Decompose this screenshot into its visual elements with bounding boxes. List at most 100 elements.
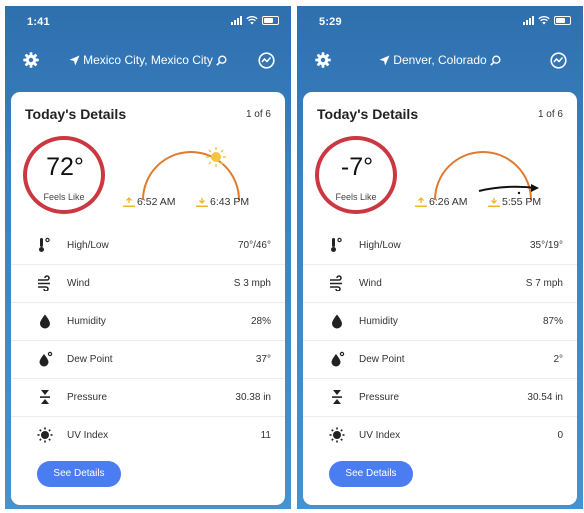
detail-row-dew-point: Dew Point 37° <box>11 340 285 378</box>
detail-value: 30.54 in <box>527 392 563 403</box>
detail-value: 70°/46° <box>237 240 271 251</box>
detail-label: Dew Point <box>359 354 405 365</box>
detail-value: 30.38 in <box>235 392 271 403</box>
detail-value: 37° <box>255 354 271 365</box>
search-icon <box>216 55 227 67</box>
wind-icon <box>38 275 50 291</box>
sunrise-icon <box>415 196 427 207</box>
search-icon <box>490 55 501 67</box>
detail-label: Humidity <box>359 316 398 327</box>
location-name: Mexico City, Mexico City <box>83 53 213 67</box>
detail-label: Pressure <box>359 392 400 403</box>
page-indicator: 1 of 6 <box>537 109 563 120</box>
dew-point-icon <box>39 351 53 367</box>
details-list: High/Low 70°/46° Wind S 3 mph Humidity 2… <box>11 227 285 454</box>
detail-value: 0 <box>557 430 563 441</box>
detail-row-high-low: High/Low 35°/19° <box>303 227 577 264</box>
detail-row-pressure: Pressure 30.54 in <box>303 378 577 416</box>
comparison-stage: 1:41 Mexico City, Mexico City Today's De… <box>0 0 584 513</box>
todays-details-card: Today's Details 1 of 6 72° Feels Like 6:… <box>11 92 285 505</box>
detail-value: S 3 mph <box>233 278 271 289</box>
sunset-icon <box>196 197 208 207</box>
detail-value: 2° <box>553 354 563 365</box>
feels-like-label: Feels Like <box>43 192 85 202</box>
detail-label: High/Low <box>359 240 401 251</box>
dew-point-icon <box>331 351 345 367</box>
card-title: Today's Details <box>317 106 419 122</box>
detail-value: 87% <box>542 316 563 327</box>
detail-value: S 7 mph <box>525 278 563 289</box>
cellular-signal-icon <box>231 15 242 25</box>
status-time: 5:29 <box>319 16 342 28</box>
feels-like-label: Feels Like <box>335 192 377 202</box>
battery-icon <box>262 15 279 25</box>
cellular-signal-icon <box>523 15 534 25</box>
nav-bar: Denver, Colorado <box>297 46 583 76</box>
location-name: Denver, Colorado <box>393 53 487 67</box>
see-details-button[interactable]: See Details <box>37 461 121 487</box>
location-selector[interactable]: Denver, Colorado <box>337 53 543 67</box>
detail-value: 11 <box>260 430 271 441</box>
sunrise-label: 6:52 AM <box>137 196 176 208</box>
gear-icon[interactable] <box>23 52 39 68</box>
sunset-label: 5:55 PM <box>502 196 542 208</box>
detail-row-pressure: Pressure 30.38 in <box>11 378 285 416</box>
location-arrow-icon <box>69 55 80 66</box>
detail-row-uv-index: UV Index 11 <box>11 416 285 454</box>
sunrise-time: 6:52 AM <box>123 196 176 208</box>
todays-details-card: Today's Details 1 of 6 -7° Feels Like 6:… <box>303 92 577 505</box>
status-icons <box>231 15 279 25</box>
radar-icon[interactable] <box>550 52 567 69</box>
detail-label: UV Index <box>359 430 401 441</box>
humidity-drop-icon <box>332 314 342 329</box>
phone-screen-left: 1:41 Mexico City, Mexico City Today's De… <box>5 6 291 509</box>
detail-value: 35°/19° <box>529 240 563 251</box>
status-icons <box>523 15 571 25</box>
page-indicator: 1 of 6 <box>245 109 271 120</box>
sunset-label: 6:43 PM <box>210 196 250 208</box>
detail-label: Dew Point <box>67 354 113 365</box>
pressure-icon <box>40 390 50 404</box>
feels-like-temperature: 72° <box>46 153 84 181</box>
detail-value: 28% <box>250 316 271 327</box>
detail-row-uv-index: UV Index 0 <box>303 416 577 454</box>
detail-row-high-low: High/Low 70°/46° <box>11 227 285 264</box>
thermometer-icon <box>331 237 342 252</box>
battery-icon <box>554 15 571 25</box>
wifi-icon <box>246 16 258 25</box>
details-list: High/Low 35°/19° Wind S 7 mph Humidity 8… <box>303 227 577 454</box>
wifi-icon <box>538 16 550 25</box>
detail-row-wind: Wind S 3 mph <box>11 264 285 302</box>
detail-label: Humidity <box>67 316 106 327</box>
sunrise-time: 6:26 AM <box>415 196 468 208</box>
detail-label: Pressure <box>67 392 108 403</box>
gear-icon[interactable] <box>315 52 331 68</box>
detail-row-wind: Wind S 7 mph <box>303 264 577 302</box>
sunset-time: 6:43 PM <box>196 196 249 208</box>
detail-row-dew-point: Dew Point 2° <box>303 340 577 378</box>
detail-row-humidity: Humidity 87% <box>303 302 577 340</box>
detail-label: UV Index <box>67 430 109 441</box>
card-title: Today's Details <box>25 106 127 122</box>
see-details-button[interactable]: See Details <box>329 461 413 487</box>
status-bar: 5:29 <box>297 6 583 36</box>
sunrise-label: 6:26 AM <box>429 196 468 208</box>
sun-icon <box>206 147 226 167</box>
wind-icon <box>330 275 342 291</box>
radar-icon[interactable] <box>258 52 275 69</box>
sunrise-icon <box>123 196 135 207</box>
location-selector[interactable]: Mexico City, Mexico City <box>45 53 251 67</box>
humidity-drop-icon <box>40 314 50 329</box>
uv-sun-icon <box>329 427 345 443</box>
sunset-icon <box>488 197 500 207</box>
uv-sun-icon <box>37 427 53 443</box>
detail-label: High/Low <box>67 240 109 251</box>
location-arrow-icon <box>379 55 390 66</box>
detail-label: Wind <box>359 278 382 289</box>
status-time: 1:41 <box>27 16 50 28</box>
sunset-time: 5:55 PM <box>488 196 541 208</box>
status-bar: 1:41 <box>5 6 291 36</box>
feels-like-temperature: -7° <box>340 153 374 181</box>
detail-label: Wind <box>67 278 90 289</box>
pressure-icon <box>332 390 342 404</box>
